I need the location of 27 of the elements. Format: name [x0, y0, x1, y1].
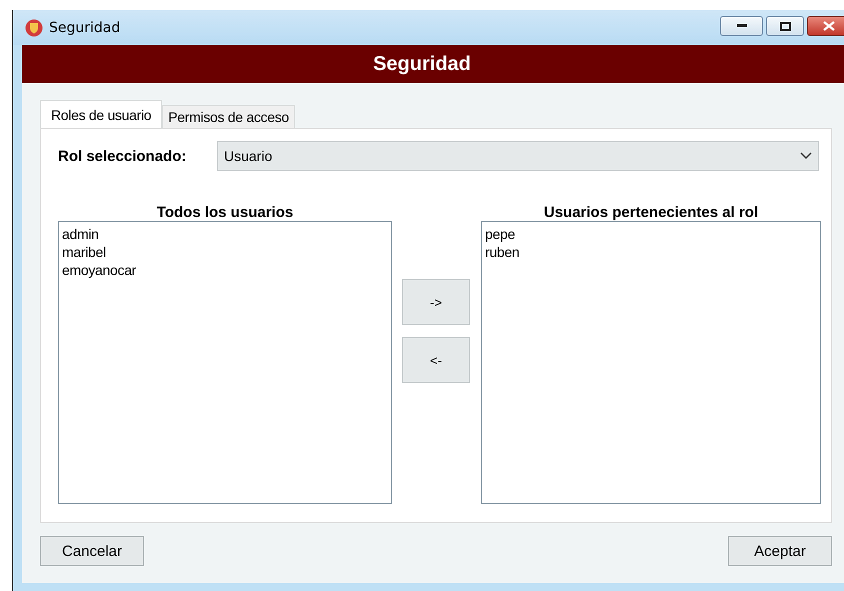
list-item[interactable]: pepe — [485, 225, 515, 243]
close-button[interactable] — [807, 16, 844, 36]
list-item[interactable]: admin — [62, 225, 99, 243]
accept-button[interactable]: Aceptar — [728, 536, 832, 566]
maximize-icon — [780, 22, 790, 30]
role-users-list[interactable]: pepe ruben — [481, 221, 821, 504]
users-list[interactable]: admin maribel emoyanocar — [58, 221, 392, 504]
window-title: Seguridad — [49, 20, 120, 36]
role-label: Rol seleccionado: — [58, 148, 188, 164]
transfer-button[interactable]: <- — [402, 337, 470, 383]
list-item[interactable]: maribel — [62, 243, 106, 261]
list-title: Todos los usuarios — [156, 204, 294, 221]
minimize-button[interactable] — [720, 16, 763, 36]
list-title: Usuarios pertenecientes al rol — [544, 204, 758, 221]
shield-icon — [25, 18, 43, 36]
list-item[interactable]: ruben — [485, 243, 520, 261]
close-icon — [822, 21, 834, 31]
list-item[interactable]: emoyanocar — [62, 261, 136, 279]
role-dropdown[interactable]: Usuario — [217, 141, 819, 171]
tab[interactable]: Roles de usuario — [40, 100, 162, 128]
minimize-icon — [736, 24, 746, 28]
header-title: Seguridad — [373, 52, 471, 76]
maximize-button[interactable] — [766, 16, 804, 36]
cancel-button[interactable]: Cancelar — [40, 536, 144, 566]
chevron-down-icon — [800, 152, 812, 160]
tab[interactable]: Permisos de acceso — [162, 105, 295, 128]
transfer-button[interactable]: -> — [402, 279, 470, 325]
